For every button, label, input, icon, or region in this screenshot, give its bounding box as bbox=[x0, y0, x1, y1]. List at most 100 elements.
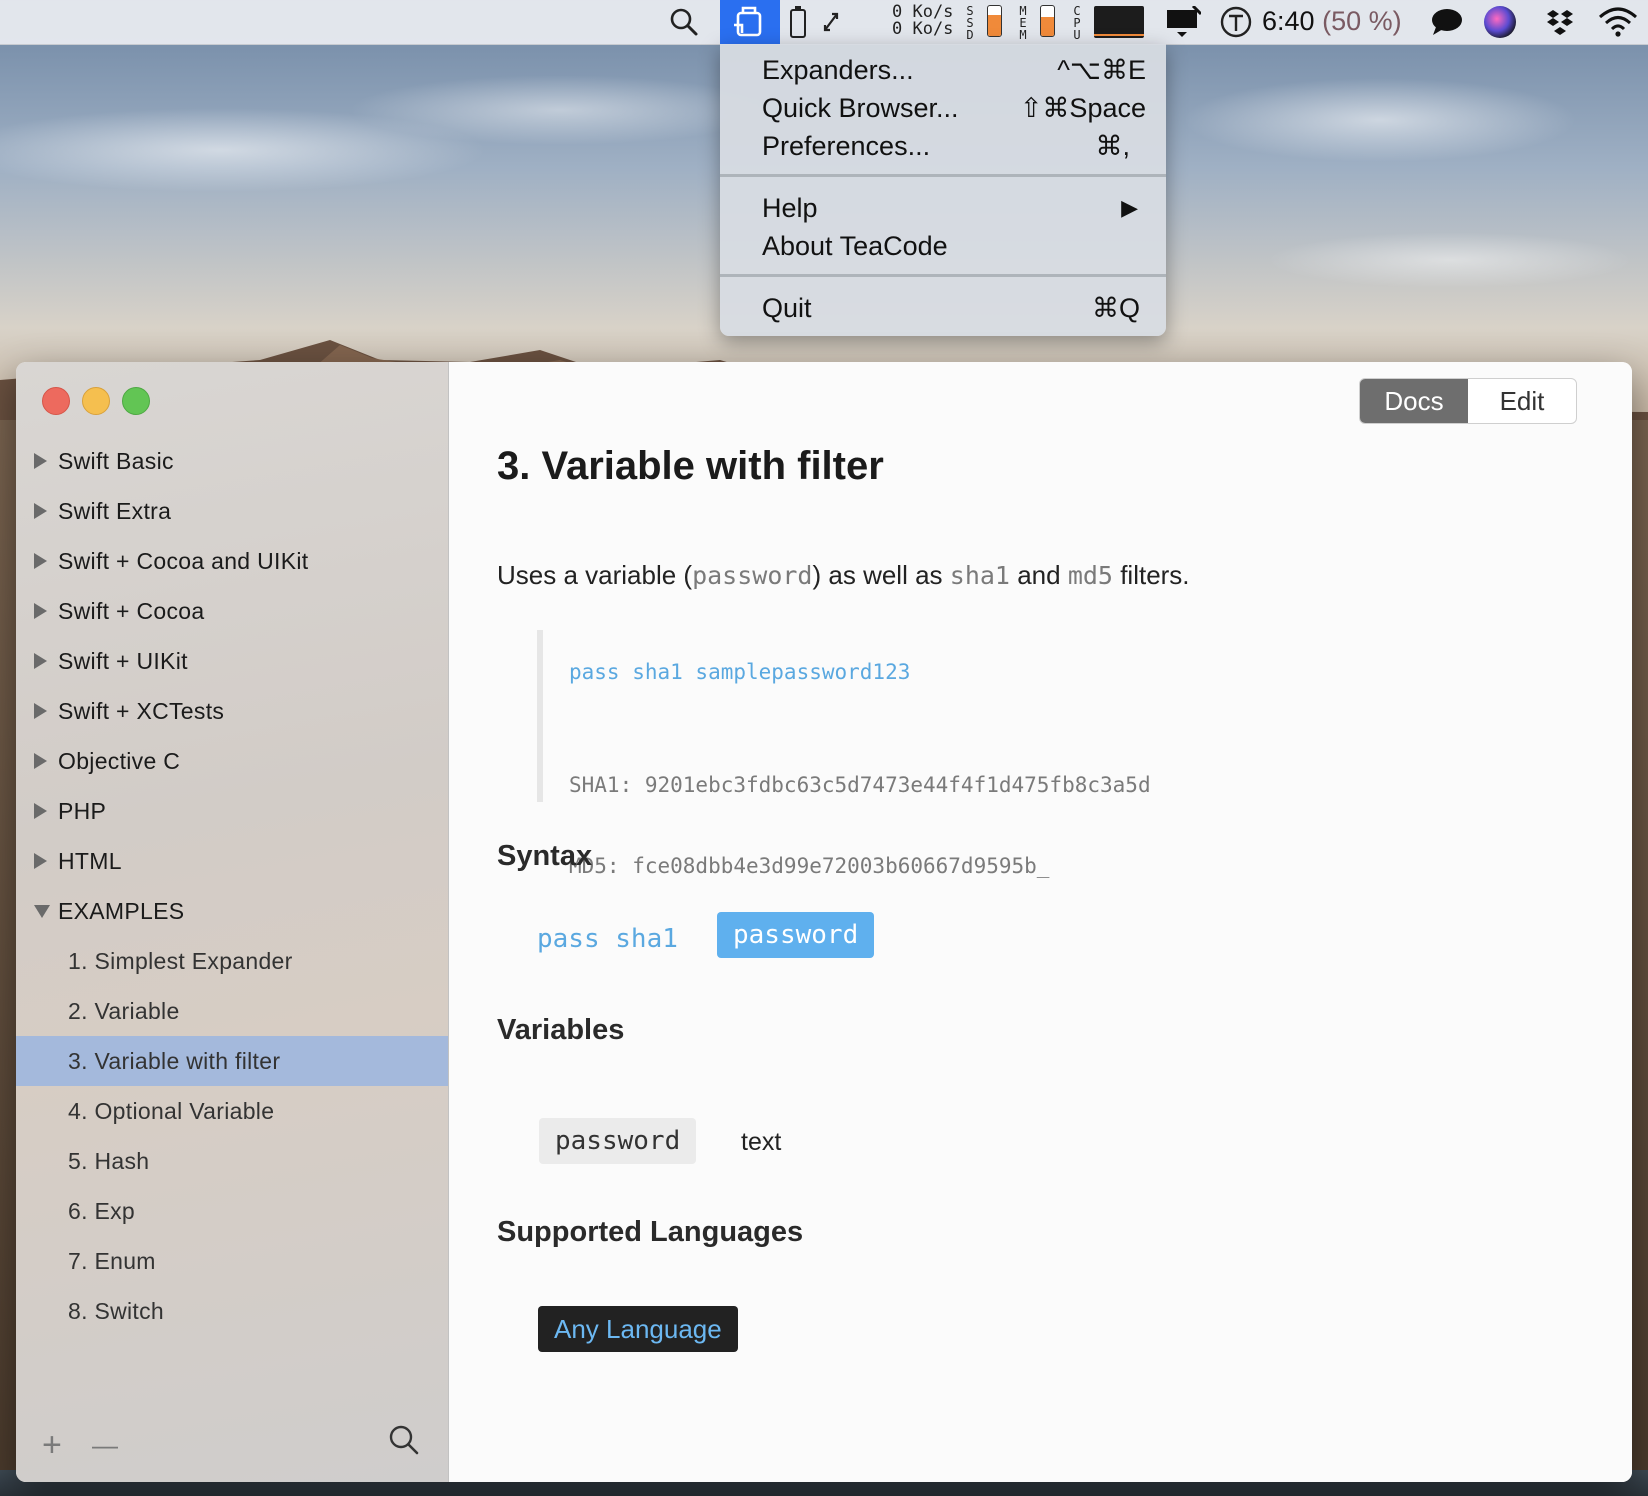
sidebar-item-optional-variable[interactable]: 4. Optional Variable bbox=[16, 1086, 448, 1136]
teacode-status-menu: Expanders... ^⌥⌘E Quick Browser... ⇧⌘Spa… bbox=[720, 44, 1166, 336]
sidebar-item-exp[interactable]: 6. Exp bbox=[16, 1186, 448, 1236]
network-speed: 0 Ko/s 0 Ko/s bbox=[892, 4, 953, 38]
docs-button[interactable]: Docs bbox=[1360, 379, 1468, 423]
variable-type: text bbox=[741, 1128, 782, 1156]
sidebar-group-swift-extra[interactable]: Swift Extra bbox=[16, 486, 448, 536]
languages-heading: Supported Languages bbox=[497, 1216, 804, 1248]
sidebar-search-button[interactable] bbox=[388, 1424, 420, 1462]
sidebar-group-label: Swift + UIKit bbox=[58, 647, 188, 674]
mem-gauge[interactable] bbox=[1040, 5, 1055, 37]
timing-icon[interactable] bbox=[1216, 0, 1256, 44]
sidebar-item-label: 7. Enum bbox=[68, 1247, 156, 1274]
sidebar-group-swift-cocoa-uikit[interactable]: Swift + Cocoa and UIKit bbox=[16, 536, 448, 586]
language-badge: Any Language bbox=[538, 1306, 738, 1352]
sidebar-group-swift-xctests[interactable]: Swift + XCTests bbox=[16, 686, 448, 736]
menu-item-shortcut: ⇧⌘Space bbox=[1019, 92, 1146, 123]
disclosure-triangle-icon[interactable] bbox=[34, 803, 47, 819]
sidebar-item-hash[interactable]: 5. Hash bbox=[16, 1136, 448, 1186]
cpu-graph[interactable] bbox=[1093, 0, 1145, 44]
blockquote-bar bbox=[537, 630, 543, 802]
sidebar-group-php[interactable]: PHP bbox=[16, 786, 448, 836]
ssd-gauge[interactable] bbox=[987, 5, 1002, 37]
example-input: pass sha1 samplepassword123 bbox=[569, 660, 911, 684]
teacode-window: Swift Basic Swift Extra Swift + Cocoa an… bbox=[16, 362, 1632, 1482]
sidebar-item-switch[interactable]: 8. Switch bbox=[16, 1286, 448, 1336]
wifi-icon[interactable] bbox=[1596, 0, 1640, 44]
sidebar-item-label: 5. Hash bbox=[68, 1147, 150, 1174]
desc-text: ) as well as bbox=[812, 560, 950, 590]
close-button[interactable] bbox=[42, 387, 70, 415]
message-icon[interactable] bbox=[1428, 0, 1466, 44]
ssd-gauge-fill bbox=[988, 15, 1001, 36]
menu-separator bbox=[720, 274, 1166, 277]
page-title: 3. Variable with filter bbox=[497, 444, 884, 488]
sidebar-item-variable-with-filter[interactable]: 3. Variable with filter bbox=[16, 1036, 448, 1086]
mode-switcher: Docs Edit bbox=[1359, 378, 1577, 424]
example-output: SHA1: 9201ebc3fdbc63c5d7473e44f4f1d475fb… bbox=[569, 718, 1151, 934]
syntax-heading: Syntax bbox=[497, 840, 593, 872]
menu-item-label: Help bbox=[762, 192, 818, 223]
menu-item-quit[interactable]: Quit ⌘Q bbox=[762, 289, 1146, 327]
menu-item-label: Quit bbox=[762, 292, 812, 323]
sidebar-group-label: Swift Basic bbox=[58, 447, 174, 474]
sidebar-item-label: 6. Exp bbox=[68, 1197, 136, 1224]
example-output-sha1: SHA1: 9201ebc3fdbc63c5d7473e44f4f1d475fb… bbox=[569, 773, 1151, 797]
remove-button[interactable]: — bbox=[92, 1428, 118, 1462]
sidebar-group-examples[interactable]: EXAMPLES bbox=[16, 886, 448, 936]
desc-code: password bbox=[692, 561, 813, 590]
teacode-icon[interactable] bbox=[720, 0, 780, 44]
sidebar-item-label: 3. Variable with filter bbox=[68, 1047, 281, 1074]
sidebar-item-label: 4. Optional Variable bbox=[68, 1097, 275, 1124]
search-icon[interactable] bbox=[664, 0, 704, 44]
sidebar-group-swift-cocoa[interactable]: Swift + Cocoa bbox=[16, 586, 448, 636]
menu-item-expanders[interactable]: Expanders... ^⌥⌘E bbox=[762, 51, 1146, 89]
menu-item-preferences[interactable]: Preferences... ⌘, bbox=[762, 127, 1146, 165]
resize-icon[interactable] bbox=[818, 0, 844, 44]
display-icon[interactable] bbox=[1160, 0, 1204, 44]
variables-heading: Variables bbox=[497, 1014, 625, 1046]
sidebar: Swift Basic Swift Extra Swift + Cocoa an… bbox=[16, 362, 449, 1482]
desc-text: and bbox=[1009, 560, 1068, 590]
doc-description: Uses a variable (password) as well as sh… bbox=[497, 560, 1190, 591]
disclosure-triangle-icon[interactable] bbox=[34, 653, 47, 669]
battery-percentage: (50 %) bbox=[1322, 6, 1402, 36]
clock[interactable]: 6:40 (50 %) bbox=[1262, 6, 1402, 37]
menu-item-label: About TeaCode bbox=[762, 230, 948, 261]
disclosure-triangle-icon[interactable] bbox=[34, 703, 47, 719]
ssd-label: SSD bbox=[966, 4, 974, 42]
zoom-button[interactable] bbox=[122, 387, 150, 415]
clock-time: 6:40 bbox=[1262, 6, 1315, 36]
sidebar-group-swift-basic[interactable]: Swift Basic bbox=[16, 436, 448, 486]
battery-icon[interactable] bbox=[784, 0, 812, 44]
menu-separator bbox=[720, 174, 1166, 177]
dropbox-icon[interactable] bbox=[1540, 0, 1580, 44]
disclosure-triangle-icon[interactable] bbox=[34, 853, 47, 869]
sidebar-item-variable[interactable]: 2. Variable bbox=[16, 986, 448, 1036]
mem-gauge-fill bbox=[1041, 16, 1054, 36]
disclosure-triangle-icon[interactable] bbox=[34, 603, 47, 619]
disclosure-triangle-icon[interactable] bbox=[34, 753, 47, 769]
sidebar-group-objective-c[interactable]: Objective C bbox=[16, 736, 448, 786]
menu-item-quick-browser[interactable]: Quick Browser... ⇧⌘Space bbox=[762, 89, 1146, 127]
sidebar-group-label: Swift + XCTests bbox=[58, 697, 225, 724]
sidebar-item-simplest-expander[interactable]: 1. Simplest Expander bbox=[16, 936, 448, 986]
disclosure-triangle-icon[interactable] bbox=[34, 904, 50, 918]
minimize-button[interactable] bbox=[82, 387, 110, 415]
siri-icon[interactable] bbox=[1480, 0, 1520, 44]
disclosure-triangle-icon[interactable] bbox=[34, 503, 47, 519]
sidebar-group-label: EXAMPLES bbox=[58, 897, 185, 924]
sidebar-group-label: Swift Extra bbox=[58, 497, 172, 524]
disclosure-triangle-icon[interactable] bbox=[34, 553, 47, 569]
sidebar-group-label: Objective C bbox=[58, 747, 181, 774]
plus-icon: + bbox=[42, 1426, 62, 1464]
menu-bar: 0 Ko/s 0 Ko/s SSD MEM CPU 6:40 (50 %) bbox=[0, 0, 1648, 45]
sidebar-group-swift-uikit[interactable]: Swift + UIKit bbox=[16, 636, 448, 686]
add-button[interactable]: + bbox=[42, 1428, 62, 1462]
disclosure-triangle-icon[interactable] bbox=[34, 453, 47, 469]
menu-item-help[interactable]: Help ▶ bbox=[762, 189, 1146, 227]
sidebar-item-enum[interactable]: 7. Enum bbox=[16, 1236, 448, 1286]
sidebar-group-label: Swift + Cocoa bbox=[58, 597, 205, 624]
menu-item-about[interactable]: About TeaCode bbox=[762, 227, 1146, 265]
sidebar-group-html[interactable]: HTML bbox=[16, 836, 448, 886]
edit-button[interactable]: Edit bbox=[1468, 379, 1576, 423]
